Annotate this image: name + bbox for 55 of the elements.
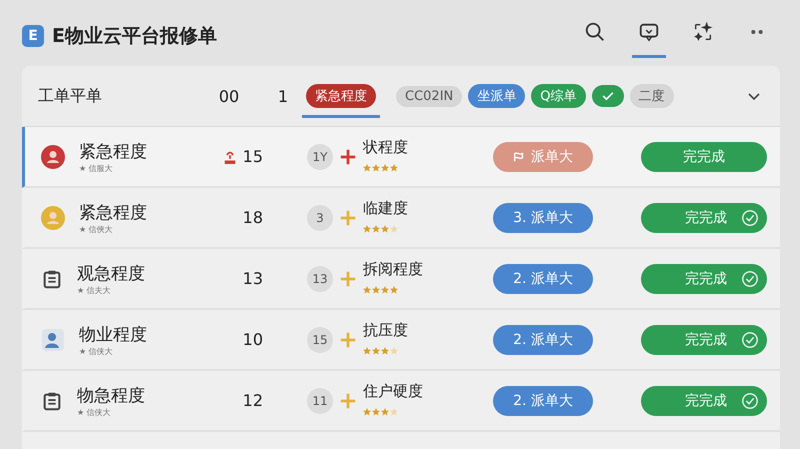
row-title: 物急程度 xyxy=(77,384,145,406)
row-subtitle: ★ 信服大 xyxy=(79,162,114,174)
count-badge: 13 xyxy=(307,266,333,292)
dispatch-button[interactable]: 3. 派单大 xyxy=(493,202,593,232)
app-logo: E xyxy=(22,25,44,47)
dispatch-button[interactable]: 2. 派单大 xyxy=(493,386,593,416)
row-title: 紧急程度 xyxy=(79,202,147,224)
filter-chip[interactable]: 紧急程度 xyxy=(306,84,376,108)
user-icon xyxy=(41,328,65,352)
count-text: 15 xyxy=(242,147,263,166)
dispatch-button[interactable]: 2. 派单大 xyxy=(493,264,593,294)
filter-chip[interactable]: 二度 xyxy=(630,84,674,108)
item-label: 状程度 xyxy=(363,138,408,156)
list-row[interactable]: 紧急程度 ★ 信服大 15 1Y 状程度 派单大 完完成 xyxy=(22,127,780,188)
list-title: 工单平单 xyxy=(38,86,103,106)
row-title: 紧急程度 xyxy=(79,140,147,162)
plus-icon xyxy=(339,330,357,348)
count-label: 00 xyxy=(218,86,240,106)
count-text: 18 xyxy=(242,208,263,227)
count-text: 12 xyxy=(242,391,263,410)
avatar-icon xyxy=(41,144,65,168)
item-label: 抗压度 xyxy=(363,320,408,340)
complete-button[interactable]: 完完成 xyxy=(641,264,767,294)
plus-icon xyxy=(339,148,357,166)
plus-icon xyxy=(339,270,357,288)
dispatch-button[interactable]: 2. 派单大 xyxy=(493,324,593,354)
row-title: 观急程度 xyxy=(77,262,145,284)
app-title: E物业云平台报修单 xyxy=(52,24,217,49)
plus-icon xyxy=(339,392,357,410)
row-subtitle: ★ 信侠大 xyxy=(79,346,114,356)
count-badge: 1Y xyxy=(307,144,333,170)
filter-chip[interactable]: CC02IN xyxy=(396,86,462,106)
filter-chip[interactable]: 坐派单 xyxy=(468,84,526,108)
check-chip[interactable] xyxy=(592,85,624,107)
count-badge: 3 xyxy=(307,204,333,230)
count-text: 13 xyxy=(242,269,263,288)
item-label: 住户硬度 xyxy=(363,382,423,400)
row-title: 物业程度 xyxy=(79,324,147,346)
complete-button[interactable]: 完完成 xyxy=(641,142,767,172)
count-badge: 15 xyxy=(307,326,333,352)
count-badge: 11 xyxy=(307,388,333,414)
complete-button[interactable]: 完完成 xyxy=(641,324,767,354)
filter-chip[interactable]: Q综单 xyxy=(531,84,586,108)
item-label: 拆阅程度 xyxy=(363,260,423,278)
plus-icon xyxy=(339,208,357,226)
row-subtitle: ★ 信夫大 xyxy=(77,284,112,296)
count-text: 10 xyxy=(242,330,263,349)
count-label: 1 xyxy=(276,86,290,106)
complete-button[interactable]: 完完成 xyxy=(641,386,767,416)
row-subtitle: ★ 信侠大 xyxy=(77,406,112,418)
dispatch-button[interactable]: 派单大 xyxy=(493,142,593,172)
item-label: 临建度 xyxy=(363,198,408,218)
complete-button[interactable]: 完完成 xyxy=(641,202,767,232)
avatar-icon xyxy=(41,206,65,230)
row-subtitle: ★ 信俠大 xyxy=(79,224,114,234)
